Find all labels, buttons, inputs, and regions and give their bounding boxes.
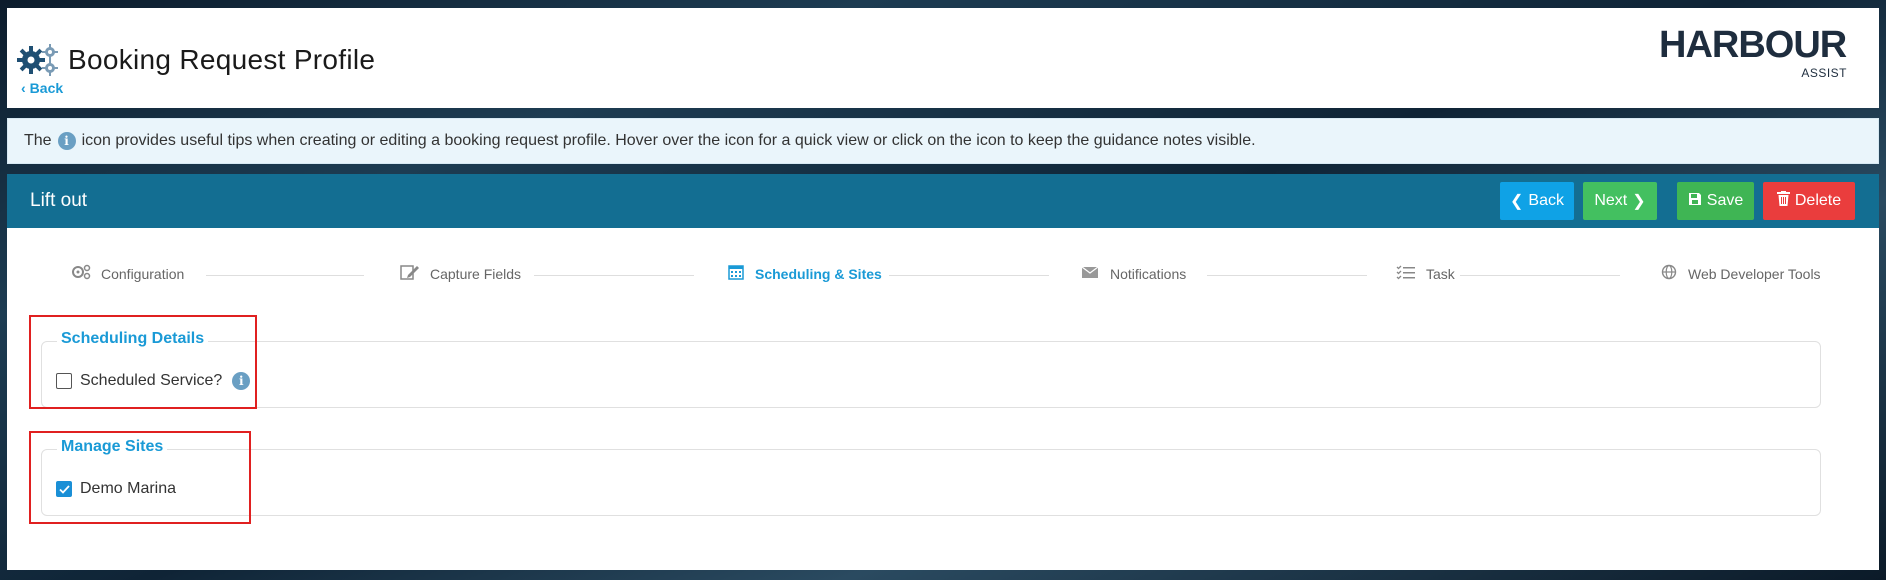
harbour-assist-logo: HARBOUR ASSIST (1659, 24, 1849, 84)
step-connector (1207, 275, 1367, 276)
info-text-after: icon provides useful tips when creating … (81, 132, 1256, 149)
step-connector (534, 275, 694, 276)
scheduling-details-section: Scheduling Details Scheduled Service? i (41, 330, 1821, 408)
next-button[interactable]: Next ❯ (1583, 182, 1657, 220)
page-header: Booking Request Profile ‹ Back HARBOUR A… (7, 8, 1879, 108)
step-label: Scheduling & Sites (755, 265, 882, 282)
info-text-before: The (24, 132, 52, 149)
highlight-box-sites (29, 431, 251, 524)
back-link-label: Back (29, 80, 64, 96)
info-icon: i (57, 132, 76, 150)
floppy-disk-icon (1688, 192, 1702, 211)
manage-sites-section: Manage Sites Demo Marina (41, 438, 1821, 516)
logo-subtext: ASSIST (1801, 66, 1847, 80)
back-link[interactable]: ‹ Back (21, 80, 63, 96)
panel-header: Lift out ❮ Back Next ❯ Save Delete (7, 174, 1879, 228)
step-label: Configuration (101, 265, 185, 282)
step-connector (206, 275, 364, 276)
back-button-label: Back (1528, 192, 1564, 209)
step-web-developer-tools[interactable]: Web Developer Tools (1660, 264, 1821, 283)
step-configuration[interactable]: Configuration (71, 264, 184, 283)
save-button-label: Save (1706, 192, 1744, 209)
delete-button-label: Delete (1794, 192, 1842, 209)
gears-icon (17, 40, 62, 80)
guidance-info-bar: The i icon provides useful tips when cre… (7, 118, 1879, 164)
step-notifications[interactable]: Notifications (1080, 264, 1186, 283)
highlight-box-scheduling (29, 315, 257, 409)
step-label: Task (1426, 265, 1455, 282)
logo-wordmark: HARBOUR (1659, 24, 1847, 66)
step-label: Capture Fields (430, 265, 522, 282)
back-button[interactable]: ❮ Back (1500, 182, 1574, 220)
step-label: Notifications (1110, 265, 1187, 282)
step-label: Web Developer Tools (1688, 265, 1821, 282)
next-button-label: Next (1594, 192, 1628, 209)
panel-title: Lift out (30, 190, 88, 211)
envelope-icon (1080, 264, 1100, 283)
trash-icon (1776, 191, 1790, 211)
step-connector (1460, 275, 1620, 276)
step-scheduling-sites[interactable]: Scheduling & Sites (727, 264, 882, 283)
edit-icon (400, 264, 420, 283)
step-capture-fields[interactable]: Capture Fields (400, 264, 521, 283)
checklist-icon (1396, 264, 1416, 283)
gears-icon (71, 264, 91, 283)
calendar-icon (727, 264, 745, 283)
main-content: Configuration Capture Fields Scheduling … (7, 228, 1879, 570)
save-button[interactable]: Save (1677, 182, 1754, 220)
step-connector (889, 275, 1049, 276)
page-title: Booking Request Profile (68, 44, 376, 75)
wizard-steps: Configuration Capture Fields Scheduling … (7, 264, 1879, 294)
chevron-right-icon: ❯ (1632, 193, 1646, 210)
delete-button[interactable]: Delete (1763, 182, 1855, 220)
chevron-left-icon: ❮ (1510, 193, 1524, 210)
globe-icon (1660, 264, 1678, 283)
chevron-left-icon: ‹ (21, 80, 26, 96)
step-task[interactable]: Task (1396, 264, 1455, 283)
